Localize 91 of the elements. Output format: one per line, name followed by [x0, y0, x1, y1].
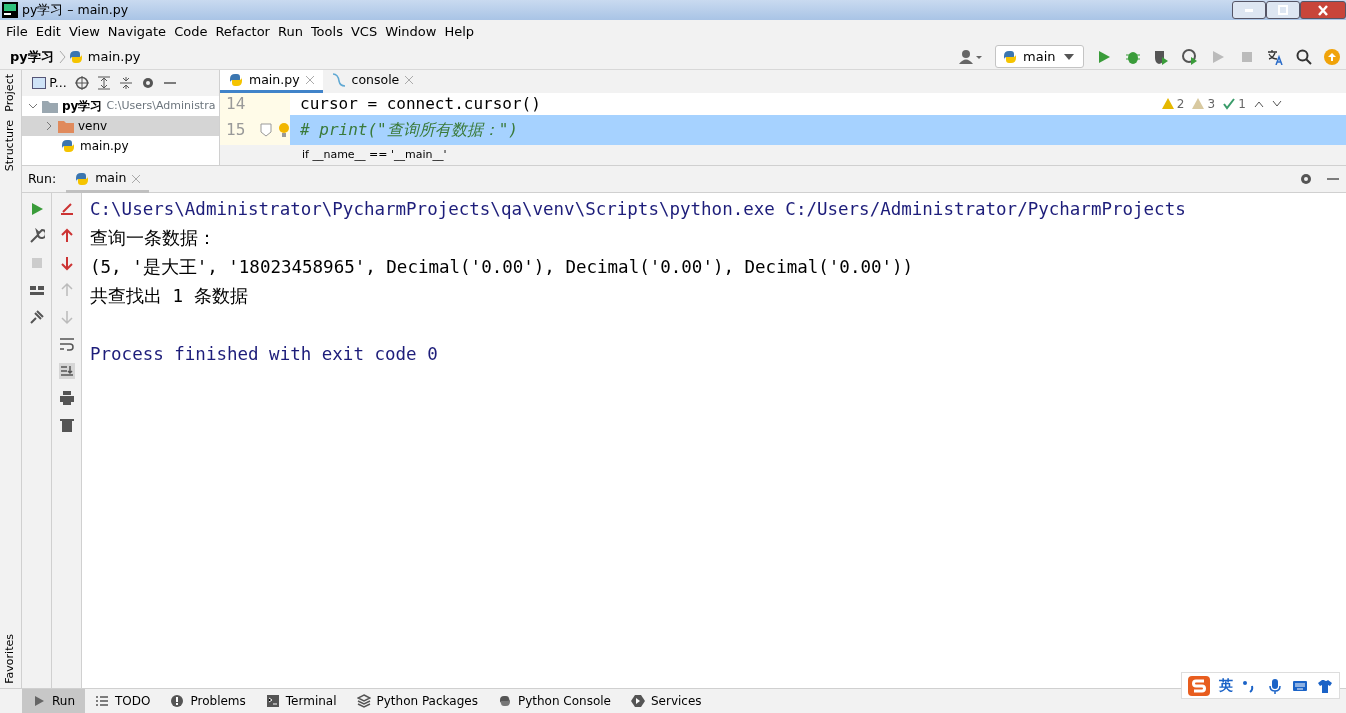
- python-file-icon: [60, 138, 76, 154]
- editor-tab[interactable]: console: [322, 70, 423, 94]
- alert-icon: [170, 694, 185, 708]
- run-icon[interactable]: [1096, 48, 1112, 65]
- menu-item[interactable]: Code: [170, 22, 212, 42]
- tool-window-stripe-button[interactable]: Favorites: [2, 630, 19, 688]
- warning-icon: [1192, 98, 1205, 111]
- settings-icon[interactable]: [140, 76, 155, 90]
- menu-item[interactable]: View: [64, 22, 104, 42]
- menu-item[interactable]: Navigate: [103, 22, 171, 42]
- menu-item[interactable]: Tools: [306, 22, 347, 42]
- settings-icon[interactable]: [1299, 172, 1314, 186]
- ime-logo-icon: [1188, 675, 1210, 696]
- services-icon: [630, 694, 645, 708]
- menu-item[interactable]: VCS: [346, 22, 382, 42]
- tool-window-stripe-button[interactable]: Project: [2, 70, 19, 116]
- inspection-counter[interactable]: 1: [1223, 95, 1246, 114]
- folder-icon: [42, 99, 58, 113]
- up-icon[interactable]: [1254, 100, 1264, 109]
- down-icon[interactable]: [1272, 100, 1282, 109]
- menu-item[interactable]: Run: [273, 22, 307, 42]
- tool-window-tab[interactable]: Terminal: [255, 689, 347, 713]
- trash-icon[interactable]: [58, 417, 75, 433]
- console-line: C:\Users\Administrator\PycharmProjects\qa\venv\Scripts\python.exe C:/Users/Administrator/PycharmProjects: [90, 198, 1187, 221]
- lightbulb-icon[interactable]: [278, 122, 290, 139]
- collapse-all-icon[interactable]: [118, 76, 133, 90]
- maximize-button[interactable]: [1266, 1, 1300, 19]
- tool-window-tab[interactable]: Python Console: [487, 689, 621, 713]
- warning-icon: [1161, 98, 1174, 111]
- chevron-icon: [57, 49, 68, 64]
- input-mode-indicator[interactable]: 英: [1219, 675, 1233, 696]
- terminal-icon: [265, 694, 280, 708]
- menu-item[interactable]: Refactor: [211, 22, 274, 42]
- tree-item[interactable]: main.py: [22, 136, 219, 156]
- tool-window-tab[interactable]: Run: [22, 689, 85, 713]
- menu-item[interactable]: File: [2, 22, 32, 42]
- menu-item[interactable]: Help: [440, 22, 479, 42]
- soft-wrap-icon[interactable]: [58, 336, 75, 352]
- list-icon: [95, 694, 109, 708]
- shirt-icon[interactable]: [1317, 677, 1333, 694]
- run-label: Run:: [28, 169, 57, 188]
- stack-icon: [356, 694, 371, 708]
- console-line: 查询一条数据：: [90, 227, 217, 250]
- folder-icon: [58, 119, 74, 133]
- menu-item[interactable]: Window: [381, 22, 441, 42]
- tool-window-tab[interactable]: TODO: [85, 689, 161, 713]
- python-file-icon: [228, 72, 244, 89]
- window-title: py学习 – main.py: [22, 0, 129, 19]
- tree-item[interactable]: py学习 C:\Users\Administra: [22, 96, 219, 116]
- shield-run-icon[interactable]: [1153, 48, 1169, 65]
- tool-window-stripe-button[interactable]: Structure: [2, 115, 19, 175]
- print-icon[interactable]: [58, 390, 75, 406]
- code-line: cursor = connect.cursor(): [299, 93, 541, 116]
- editor-tab[interactable]: main.py: [220, 70, 323, 94]
- run-icon: [32, 694, 46, 708]
- line-number: 14: [220, 93, 290, 116]
- maximize-icon: [1275, 3, 1291, 17]
- tool-window-tab[interactable]: Problems: [160, 689, 256, 713]
- check-icon: [1223, 98, 1236, 111]
- translate-icon[interactable]: [1267, 48, 1283, 65]
- scroll-to-end-icon[interactable]: [58, 363, 75, 379]
- menu-item[interactable]: Edit: [31, 22, 65, 42]
- close-icon: [1315, 3, 1331, 17]
- minimize-icon: [1245, 8, 1253, 12]
- microphone-icon[interactable]: [1267, 677, 1283, 694]
- expand-all-icon[interactable]: [96, 76, 111, 90]
- close-button[interactable]: [1300, 1, 1346, 19]
- inspection-counter[interactable]: 2: [1161, 95, 1185, 114]
- locate-icon[interactable]: [74, 76, 89, 90]
- inspection-counter[interactable]: 3: [1192, 95, 1216, 114]
- python-file-icon: [67, 48, 84, 65]
- user-icon[interactable]: [958, 48, 983, 65]
- down-arrow-icon[interactable]: [58, 255, 75, 271]
- run-configuration-dropdown[interactable]: main: [995, 44, 1084, 69]
- tool-window-tab[interactable]: Services: [620, 689, 712, 713]
- tree-item[interactable]: venv: [22, 116, 219, 136]
- view-selector[interactable]: P...: [32, 73, 67, 93]
- search-icon[interactable]: [1295, 48, 1312, 65]
- console-icon: [330, 72, 347, 89]
- minimize-button[interactable]: [1232, 1, 1266, 19]
- pin-icon[interactable]: [28, 309, 45, 325]
- fold-marker-icon: [260, 123, 272, 138]
- tool-window-tab[interactable]: Python Packages: [346, 689, 488, 713]
- console-line: Process finished with exit code 0: [90, 343, 439, 366]
- window-icon: [32, 77, 46, 89]
- app-logo-icon: [2, 2, 18, 18]
- clear-icon[interactable]: [58, 201, 75, 217]
- breadcrumb-item[interactable]: py学习: [10, 46, 54, 67]
- console-line: 共查找出 1 条数据: [90, 285, 249, 308]
- console-line: (5, '是大王', '18023458965', Decimal('0.00'), Decimal('0.00'), Decimal('0.00')): [90, 256, 915, 279]
- breadcrumb-item[interactable]: main.py: [87, 46, 141, 67]
